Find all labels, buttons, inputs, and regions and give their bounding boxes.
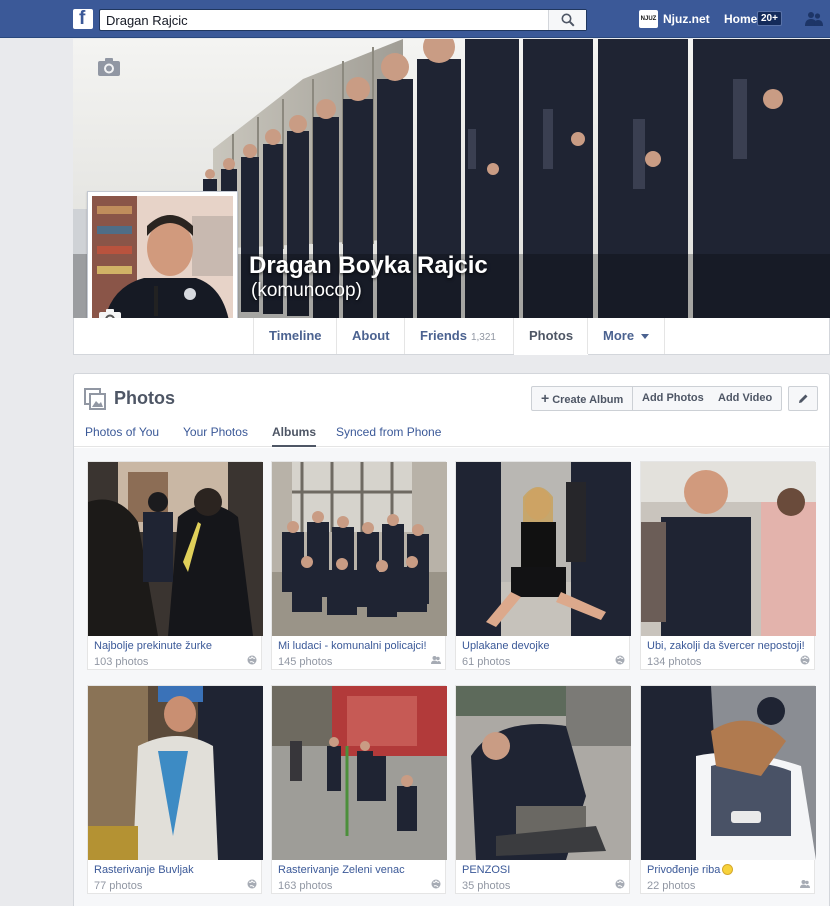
search-button[interactable] xyxy=(548,10,586,30)
album-cover-photo xyxy=(641,462,816,636)
tab-timeline[interactable]: Timeline xyxy=(253,318,337,354)
album-title[interactable]: Rasterivanje Buvljak xyxy=(94,864,254,876)
album-title[interactable]: PENZOSI xyxy=(462,864,622,876)
photos-title: Photos xyxy=(114,388,175,408)
tab-photos-of-you[interactable]: Photos of You xyxy=(85,425,159,439)
album-card[interactable]: Mi ludaci - komunalni policajci! 145 pho… xyxy=(271,461,447,670)
album-title[interactable]: Mi ludaci - komunalni policajci! xyxy=(278,640,438,652)
globe-icon xyxy=(800,655,810,665)
profile-name[interactable]: Dragan Boyka Rajcic xyxy=(249,252,488,280)
album-photo-count: 134 photos xyxy=(647,656,702,668)
album-cover-photo xyxy=(88,462,263,636)
search-box xyxy=(99,9,587,31)
tab-label: Timeline xyxy=(269,328,322,343)
tab-your-photos[interactable]: Your Photos xyxy=(183,425,248,439)
album-cover-photo xyxy=(641,686,816,860)
edit-button[interactable] xyxy=(788,386,818,411)
home-link[interactable]: Home xyxy=(724,12,757,26)
globe-icon xyxy=(247,879,257,889)
njuz-logo-icon: NJUZ xyxy=(639,10,658,28)
profile-nav-bar: Timeline About Friends 1,321 Photos More xyxy=(73,318,830,355)
tab-albums[interactable]: Albums xyxy=(272,425,317,447)
tab-label: More xyxy=(603,328,635,343)
bookmark-label: Njuz.net xyxy=(663,12,710,26)
tab-photos[interactable]: Photos xyxy=(513,318,589,355)
friends-count: 1,321 xyxy=(470,332,496,343)
camera-icon[interactable] xyxy=(97,57,121,77)
facebook-logo-icon[interactable]: f xyxy=(73,8,93,29)
album-photo-count: 61 photos xyxy=(462,656,511,668)
album-cover-photo xyxy=(88,686,263,860)
plus-icon: + xyxy=(541,390,550,406)
globe-icon xyxy=(615,655,625,665)
tab-about[interactable]: About xyxy=(336,318,405,354)
search-input[interactable] xyxy=(100,10,548,30)
album-cover-photo xyxy=(272,462,447,636)
add-video-button[interactable]: Add Video xyxy=(709,386,783,411)
tab-label: About xyxy=(352,328,390,343)
album-card[interactable]: PENZOSI 35 photos xyxy=(455,685,631,894)
tab-friends[interactable]: Friends 1,321 xyxy=(404,318,511,354)
album-card[interactable]: Ubi, zakolji da švercer nepostoji! 134 p… xyxy=(640,461,816,670)
tab-more[interactable]: More xyxy=(587,318,665,354)
friend-requests-icon[interactable] xyxy=(804,11,824,27)
profile-alternate-name: (komunocop) xyxy=(251,280,362,301)
album-photo-count: 22 photos xyxy=(647,880,696,892)
album-cover-photo xyxy=(456,686,631,860)
button-label: Create Album xyxy=(552,394,624,406)
tab-synced-from-phone[interactable]: Synced from Phone xyxy=(336,425,441,439)
album-photo-count: 35 photos xyxy=(462,880,511,892)
button-label: Add Photos xyxy=(642,392,704,404)
album-photo-count: 103 photos xyxy=(94,656,149,668)
globe-icon xyxy=(615,879,625,889)
albums-grid: Najbolje prekinute žurke 103 photos Mi l… xyxy=(74,448,829,906)
album-title[interactable]: Rasterivanje Zeleni venac xyxy=(278,864,438,876)
globe-icon xyxy=(431,879,441,889)
chevron-down-icon xyxy=(641,334,650,340)
album-cover-photo xyxy=(456,462,631,636)
album-photo-count: 145 photos xyxy=(278,656,333,668)
album-card[interactable]: Rasterivanje Buvljak 77 photos xyxy=(87,685,263,894)
friends-icon xyxy=(800,880,810,888)
album-title[interactable]: Najbolje prekinute žurke xyxy=(94,640,254,652)
album-cover-photo xyxy=(272,686,447,860)
smile-emoji-icon xyxy=(722,864,734,875)
album-card[interactable]: Najbolje prekinute žurke 103 photos xyxy=(87,461,263,670)
pencil-icon xyxy=(798,394,807,403)
album-title[interactable]: Ubi, zakolji da švercer nepostoji! xyxy=(647,640,807,652)
album-card[interactable]: Privođenje riba 22 photos xyxy=(640,685,816,894)
button-label: Add Video xyxy=(718,392,773,404)
photos-header: Photos + Create Album Add Photos Add Vide… xyxy=(74,374,829,447)
album-title[interactable]: Privođenje riba xyxy=(647,864,807,876)
album-card[interactable]: Uplakane devojke 61 photos xyxy=(455,461,631,670)
friends-icon xyxy=(431,656,441,664)
tab-label: Friends xyxy=(420,328,467,343)
photos-section: Photos + Create Album Add Photos Add Vide… xyxy=(73,373,830,906)
home-notification-badge: 20+ xyxy=(757,11,782,26)
photos-icon xyxy=(84,388,106,410)
search-icon xyxy=(561,13,575,27)
add-photos-button[interactable]: Add Photos xyxy=(633,386,714,411)
tab-label: Photos xyxy=(529,328,574,343)
album-title-text: Privođenje riba xyxy=(647,864,721,876)
album-photo-count: 163 photos xyxy=(278,880,333,892)
album-card[interactable]: Rasterivanje Zeleni venac 163 photos xyxy=(271,685,447,894)
album-title[interactable]: Uplakane devojke xyxy=(462,640,622,652)
top-bar: f NJUZ Njuz.net Home 20+ xyxy=(0,0,830,38)
album-photo-count: 77 photos xyxy=(94,880,143,892)
globe-icon xyxy=(247,655,257,665)
create-album-button[interactable]: + Create Album xyxy=(531,386,634,411)
